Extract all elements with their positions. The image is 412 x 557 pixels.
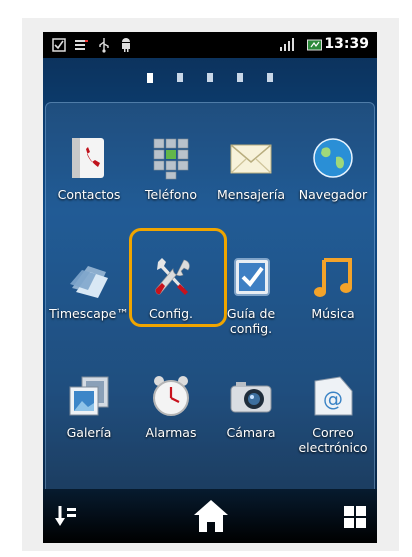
timescape-icon	[66, 254, 112, 300]
svg-text:@: @	[323, 387, 343, 411]
app-mensajeria[interactable]: Mensajería	[209, 135, 293, 202]
phone-screen: 13:39 Contactos Teléfono Mensajería Nave…	[43, 32, 377, 543]
app-timescape[interactable]: Timescape™	[47, 254, 131, 321]
signal-icon	[279, 36, 295, 54]
page-indicator[interactable]	[267, 73, 273, 82]
sort-icon[interactable]	[55, 504, 77, 532]
music-note-icon	[310, 254, 356, 300]
camera-icon	[228, 373, 274, 419]
app-label: Timescape™	[49, 306, 129, 321]
contacts-icon	[66, 135, 112, 181]
envelope-icon	[228, 135, 274, 181]
phone-keypad-icon	[148, 135, 194, 181]
app-label: Navegador	[298, 187, 368, 202]
home-pager[interactable]	[43, 73, 377, 83]
gallery-icon	[66, 373, 112, 419]
app-camara[interactable]: Cámara	[209, 373, 293, 440]
app-label: Música	[311, 306, 355, 321]
wrench-screwdriver-icon	[148, 254, 194, 300]
home-icon[interactable]	[192, 498, 230, 538]
android-icon	[119, 36, 133, 54]
app-telefono[interactable]: Teléfono	[129, 135, 213, 202]
usb-icon	[97, 36, 111, 54]
battery-icon	[307, 36, 323, 54]
apps-grid-icon[interactable]	[344, 506, 366, 532]
email-at-icon: @	[310, 373, 356, 419]
page-indicator[interactable]	[147, 73, 153, 83]
app-config[interactable]: Config.	[129, 254, 213, 321]
app-label: Correo electrónico	[298, 425, 368, 455]
app-label: Galería	[66, 425, 112, 440]
app-guia-de-config[interactable]: Guía de config.	[209, 254, 293, 336]
globe-icon	[310, 135, 356, 181]
app-label: Guía de config.	[226, 306, 276, 336]
app-label: Mensajería	[216, 187, 285, 202]
app-label: Alarmas	[145, 425, 197, 440]
page-indicator[interactable]	[237, 73, 243, 82]
app-label: Config.	[148, 306, 194, 321]
page-indicator[interactable]	[177, 73, 183, 82]
app-navegador[interactable]: Navegador	[291, 135, 375, 202]
app-label: Contactos	[57, 187, 121, 202]
app-label: Teléfono	[145, 187, 197, 202]
app-galeria[interactable]: Galería	[47, 373, 131, 440]
checkbox-icon	[228, 254, 274, 300]
dock-bar	[43, 489, 377, 543]
page-indicator[interactable]	[207, 73, 213, 82]
list-notification-icon[interactable]	[73, 36, 89, 54]
app-alarmas[interactable]: Alarmas	[129, 373, 213, 440]
alarm-clock-icon	[148, 373, 194, 419]
status-bar: 13:39	[43, 32, 377, 58]
app-contactos[interactable]: Contactos	[47, 135, 131, 202]
clock: 13:39	[324, 36, 369, 52]
app-label: Cámara	[226, 425, 276, 440]
checkbox-notification-icon[interactable]	[51, 36, 67, 54]
app-correo-electronico[interactable]: @ Correo electrónico	[291, 373, 375, 455]
app-musica[interactable]: Música	[291, 254, 375, 321]
